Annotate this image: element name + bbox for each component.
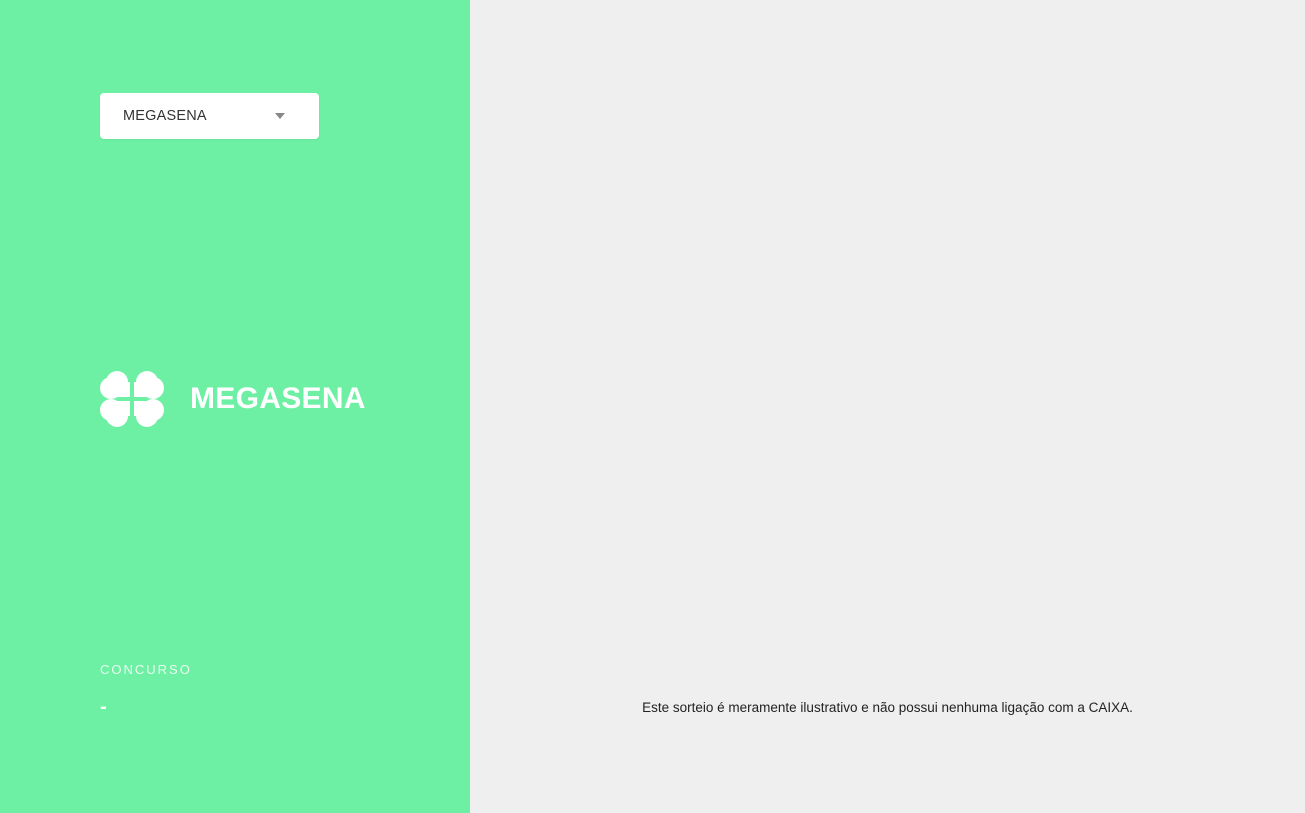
main-panel: Este sorteio é meramente ilustrativo e n… <box>470 0 1305 813</box>
lottery-select-value: MEGASENA <box>123 108 207 124</box>
caret-down-icon <box>275 113 285 119</box>
concurso-value: - <box>100 696 107 718</box>
sidebar: MEGASENA MEGASENA CONCURSO - <box>0 0 470 813</box>
brand: MEGASENA <box>100 369 366 429</box>
disclaimer-text: Este sorteio é meramente ilustrativo e n… <box>642 700 1133 715</box>
concurso-label: CONCURSO <box>100 662 192 677</box>
lottery-select[interactable]: MEGASENA <box>100 93 319 139</box>
brand-name: MEGASENA <box>190 382 366 415</box>
clover-icon <box>100 371 164 427</box>
